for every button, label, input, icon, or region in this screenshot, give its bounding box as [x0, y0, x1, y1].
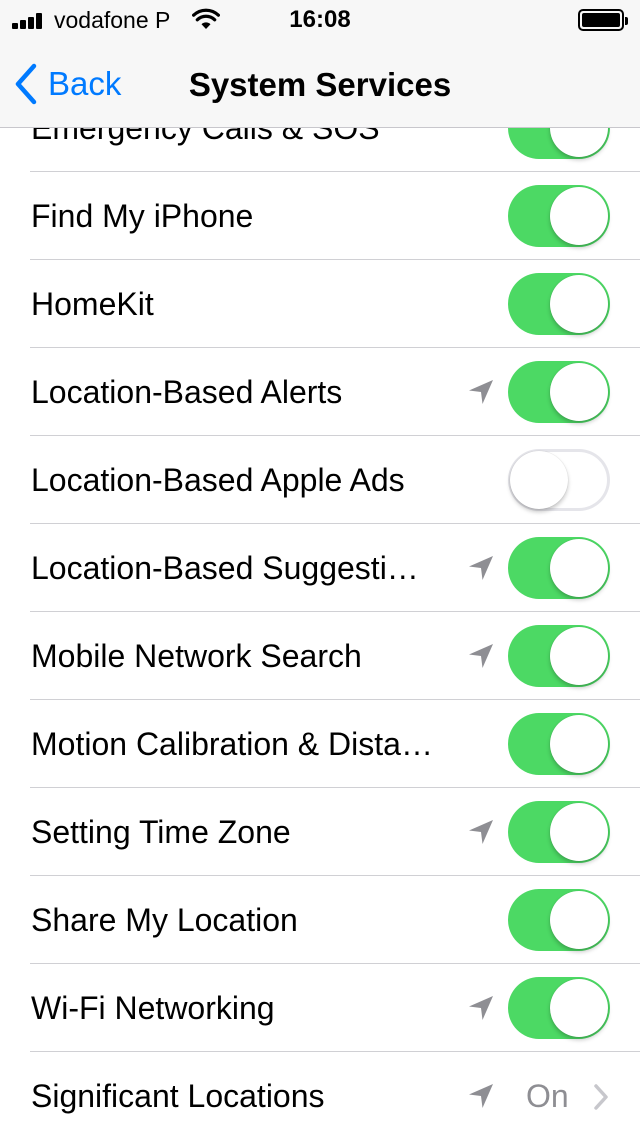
- list-item[interactable]: Motion Calibration & Dista…: [0, 700, 640, 788]
- toggle-knob: [550, 187, 608, 245]
- settings-list[interactable]: Emergency Calls & SOS Find My iPhone HomeK…: [0, 128, 640, 1136]
- list-item[interactable]: Location-Based Suggesti…: [0, 524, 640, 612]
- toggle-switch[interactable]: [508, 977, 610, 1039]
- list-item-label: Share My Location: [31, 902, 298, 938]
- list-item-value: On: [526, 1078, 569, 1114]
- toggle-knob: [550, 979, 608, 1037]
- location-arrow-icon: [469, 1084, 493, 1108]
- toggle-switch[interactable]: [508, 361, 610, 423]
- list-item-label: Motion Calibration & Dista…: [31, 726, 433, 762]
- list-item-label: Wi-Fi Networking: [31, 990, 275, 1026]
- list-item[interactable]: Share My Location: [0, 876, 640, 964]
- toggle-switch[interactable]: [508, 625, 610, 687]
- toggle-knob: [510, 451, 568, 509]
- toggle-switch[interactable]: [508, 801, 610, 863]
- toggle-switch[interactable]: [508, 889, 610, 951]
- list-item-label: Location-Based Apple Ads: [31, 462, 405, 498]
- location-arrow-icon: [469, 380, 493, 404]
- location-arrow-icon: [469, 820, 493, 844]
- list-item[interactable]: Wi-Fi Networking: [0, 964, 640, 1052]
- list-item-label: Location-Based Alerts: [31, 374, 343, 410]
- toggle-switch[interactable]: [508, 537, 610, 599]
- toggle-knob: [550, 715, 608, 773]
- toggle-switch[interactable]: [508, 128, 610, 159]
- list-item[interactable]: Emergency Calls & SOS: [0, 128, 640, 172]
- list-item[interactable]: Mobile Network Search: [0, 612, 640, 700]
- list-item-label: Find My iPhone: [31, 198, 254, 234]
- list-item[interactable]: Significant Locations On: [0, 1052, 640, 1136]
- list-item[interactable]: Location-Based Alerts: [0, 348, 640, 436]
- toggle-knob: [550, 627, 608, 685]
- battery-icon: [578, 9, 628, 31]
- list-item[interactable]: Location-Based Apple Ads: [0, 436, 640, 524]
- toggle-switch[interactable]: [508, 185, 610, 247]
- list-item-label: Setting Time Zone: [31, 814, 291, 850]
- location-arrow-icon: [469, 996, 493, 1020]
- status-bar: vodafone P 16:08: [0, 0, 640, 40]
- list-item-label: Mobile Network Search: [31, 638, 362, 674]
- location-arrow-icon: [469, 556, 493, 580]
- page-title: System Services: [188, 66, 452, 103]
- list-item-label: Significant Locations: [31, 1078, 325, 1114]
- chevron-right-icon: [594, 1084, 608, 1110]
- list-item[interactable]: HomeKit: [0, 260, 640, 348]
- clock: 16:08: [289, 6, 351, 33]
- toggle-switch[interactable]: [508, 449, 610, 511]
- toggle-knob: [550, 128, 608, 157]
- toggle-knob: [550, 539, 608, 597]
- list-item-label: Emergency Calls & SOS: [31, 128, 380, 146]
- list-item-label: HomeKit: [31, 286, 154, 322]
- toggle-knob: [550, 803, 608, 861]
- list-item[interactable]: Setting Time Zone: [0, 788, 640, 876]
- location-arrow-icon: [469, 644, 493, 668]
- toggle-knob: [550, 891, 608, 949]
- toggle-knob: [550, 363, 608, 421]
- toggle-knob: [550, 275, 608, 333]
- toggle-switch[interactable]: [508, 713, 610, 775]
- navigation-bar: Back System Services: [0, 40, 640, 128]
- list-item-label: Location-Based Suggesti…: [31, 550, 419, 586]
- list-item[interactable]: Find My iPhone: [0, 172, 640, 260]
- toggle-switch[interactable]: [508, 273, 610, 335]
